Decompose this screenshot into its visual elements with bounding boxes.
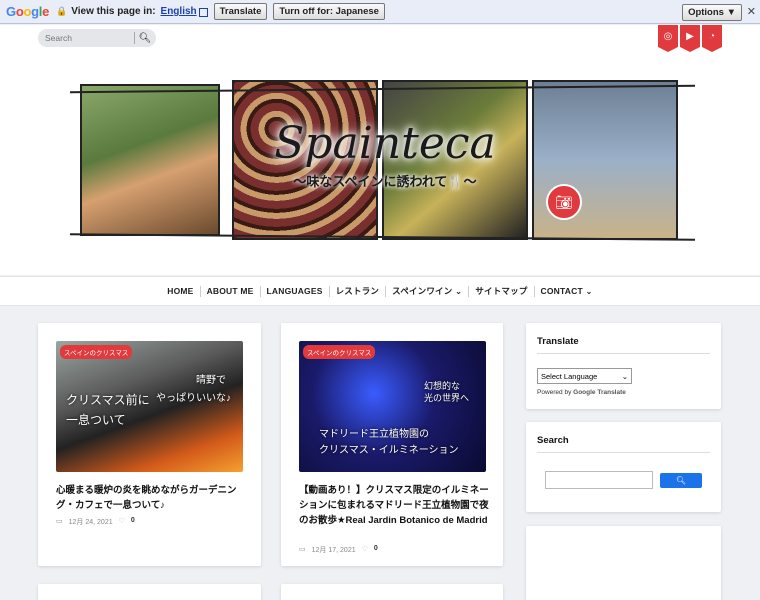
language-select-value: Select Language <box>541 371 598 381</box>
like-count: 0 <box>373 545 378 552</box>
heart-icon[interactable]: ♡ <box>119 517 125 527</box>
thumbnail-caption: 晴野で <box>196 375 226 386</box>
post-card[interactable]: スペインのクリスマス クリスマス前に 一息ついて 晴野で やっぱりいいな♪ 心暖… <box>38 323 261 566</box>
site-header: 🔍︎ ◎ ▶ ◔ Spainteca 〜味なスペインに誘われて🍴〜 📷︎ <box>0 25 760 275</box>
post-card-partial[interactable] <box>281 584 503 600</box>
post-card-partial[interactable] <box>38 584 261 600</box>
nav-restaurant[interactable]: レストラン <box>328 285 386 297</box>
chevron-down-icon: ⌄ <box>621 371 628 381</box>
post-thumbnail[interactable]: スペインのクリスマス 幻想的な 光の世界へ マドリード王立植物園の クリスマス・… <box>299 341 486 472</box>
post-meta: ▭ 12月 24, 2021 ♡ 0 <box>56 517 135 527</box>
post-card[interactable]: スペインのクリスマス 幻想的な 光の世界へ マドリード王立植物園の クリスマス・… <box>281 323 503 566</box>
translate-widget: Translate Select Language ⌄ Powered by G… <box>526 323 721 409</box>
post-meta: ▭ 12月 17, 2021 ♡ 0 <box>299 545 378 555</box>
powered-by-google: Powered by Google Translate <box>537 389 626 396</box>
post-date: 12月 24, 2021 <box>68 519 113 526</box>
widget-divider <box>537 353 710 354</box>
lock-icon: 🔒 <box>56 6 68 16</box>
nav-sitemap[interactable]: サイトマップ <box>468 285 533 297</box>
language-select[interactable]: Select Language ⌄ <box>537 368 632 384</box>
heart-icon[interactable]: ♡ <box>362 545 368 555</box>
calendar-icon: ▭ <box>299 546 306 553</box>
nav-contact[interactable]: CONTACT ⌄ <box>533 285 599 297</box>
widget-search-input[interactable] <box>545 471 653 489</box>
language-dropdown-icon[interactable] <box>198 8 208 17</box>
post-title[interactable]: 心暖まる暖炉の炎を眺めながらガーデニング・カフェで一息ついて♪ <box>56 483 246 513</box>
nav-about-me[interactable]: ABOUT ME <box>199 285 260 297</box>
thumbnail-caption: 一息ついて <box>66 413 126 427</box>
banner-photo-toast <box>80 84 220 236</box>
calendar-icon: ▭ <box>56 518 63 525</box>
post-date: 12月 17, 2021 <box>311 547 356 554</box>
youtube-icon[interactable]: ▶ <box>680 25 700 52</box>
translate-button[interactable]: Translate <box>213 3 268 20</box>
widget-title: Search <box>537 435 569 446</box>
widget-divider <box>537 452 710 453</box>
thumbnail-caption: マドリード王立植物園の <box>319 429 429 440</box>
post-thumbnail[interactable]: スペインのクリスマス クリスマス前に 一息ついて 晴野で やっぱりいいな♪ <box>56 341 243 472</box>
target-language-link[interactable]: English <box>161 6 197 17</box>
header-banner[interactable]: Spainteca 〜味なスペインに誘われて🍴〜 📷︎ <box>70 78 695 246</box>
close-icon[interactable]: ✕ <box>747 5 756 18</box>
thumbnail-caption: クリスマス・イルミネーション <box>319 445 459 456</box>
search-input[interactable] <box>38 33 134 43</box>
category-badge[interactable]: スペインのクリスマス <box>60 345 133 359</box>
sidebar-widget-partial <box>526 526 721 600</box>
options-button[interactable]: Options ▼ <box>682 4 742 21</box>
thumbnail-caption: やっぱりいいな♪ <box>156 393 231 404</box>
nav-languages[interactable]: LANGUAGES <box>259 285 329 297</box>
thumbnail-caption: クリスマス前に <box>66 393 150 407</box>
like-count: 0 <box>130 517 135 524</box>
header-search: 🔍︎ <box>38 29 156 47</box>
camera-icon: 📷︎ <box>546 184 582 220</box>
widget-search-button[interactable]: 🔍︎ <box>660 473 702 488</box>
search-widget: Search 🔍︎ <box>526 422 721 512</box>
nav-home[interactable]: HOME <box>161 286 199 297</box>
instagram-icon[interactable]: ◎ <box>658 25 678 52</box>
main-nav: HOME ABOUT ME LANGUAGES レストラン スペインワイン ⌄ … <box>0 276 760 306</box>
google-logo: Google <box>6 4 50 19</box>
rss-icon[interactable]: ◔ <box>702 25 722 52</box>
widget-title: Translate <box>537 336 579 347</box>
search-icon: 🔍︎ <box>675 476 687 485</box>
brand-title: Spainteca 〜味なスペインに誘われて🍴〜 <box>260 118 510 203</box>
turn-off-button[interactable]: Turn off for: Japanese <box>273 3 385 20</box>
category-badge[interactable]: スペインのクリスマス <box>303 345 376 359</box>
search-icon[interactable]: 🔍︎ <box>135 33 155 44</box>
view-page-label: View this page in: <box>71 6 156 17</box>
google-translate-bar: Google 🔒 View this page in: English Tran… <box>0 0 760 24</box>
site-tagline: 〜味なスペインに誘われて🍴〜 <box>293 175 477 190</box>
site-logo-text: Spainteca <box>274 118 496 169</box>
google-wordmark[interactable]: Google <box>573 389 595 396</box>
translate-wordmark[interactable]: Translate <box>597 389 626 396</box>
nav-spanish-wine[interactable]: スペインワイン ⌄ <box>385 285 468 297</box>
thumbnail-caption: 光の世界へ <box>424 393 470 403</box>
post-title[interactable]: 【動画あり！】クリスマス限定のイルミネーションに包まれるマドリード王立植物園で夜… <box>299 483 489 528</box>
powered-by-label: Powered by <box>537 389 572 396</box>
